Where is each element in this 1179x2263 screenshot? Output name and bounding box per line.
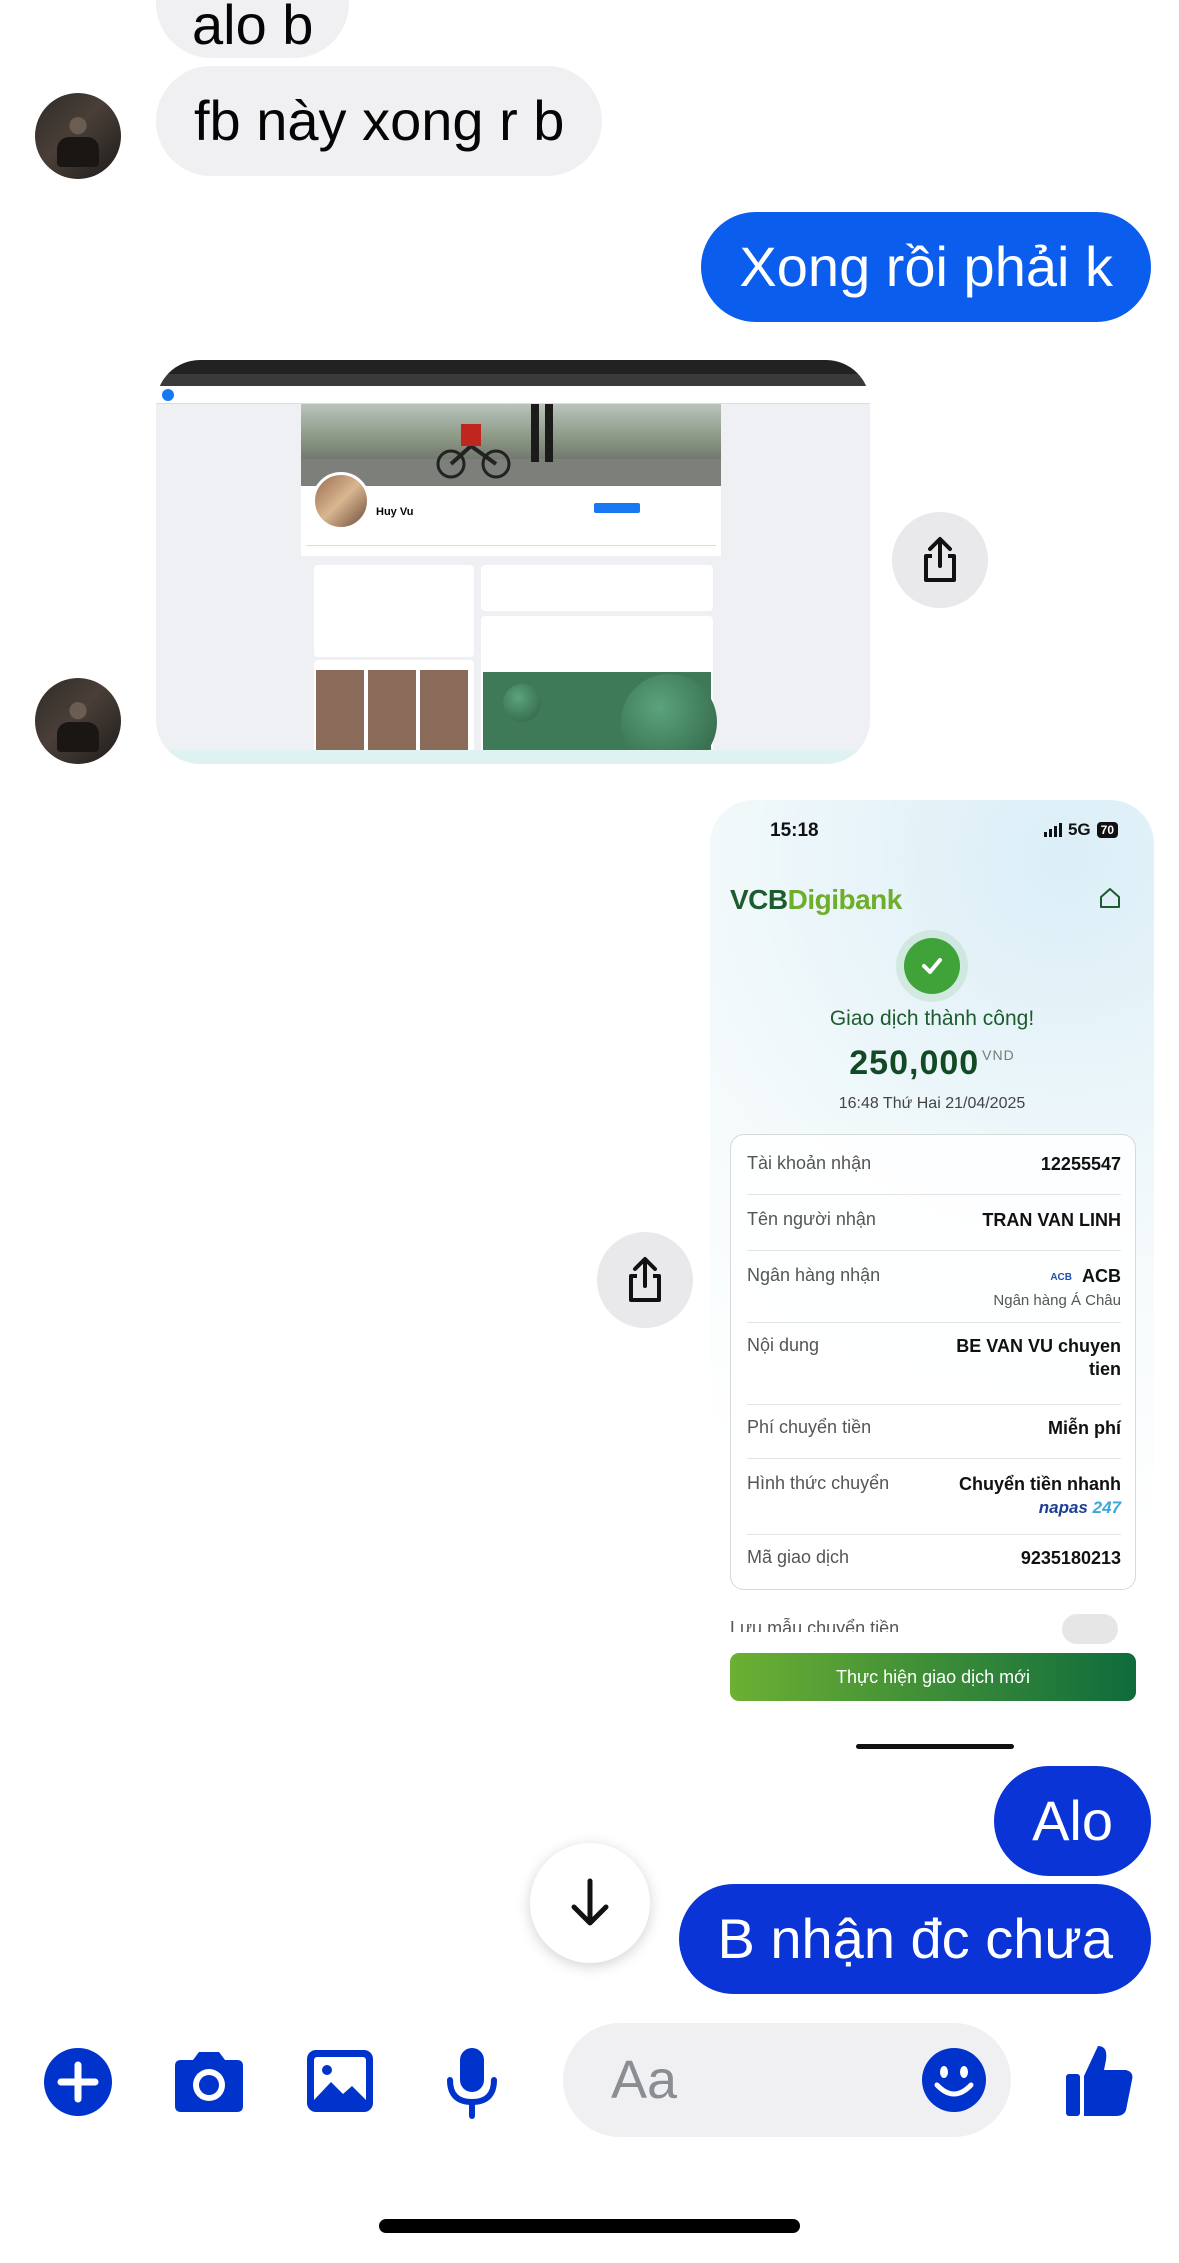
camera-icon bbox=[175, 2052, 243, 2112]
home-indicator bbox=[379, 2219, 800, 2233]
signal-icon bbox=[1043, 823, 1062, 837]
transaction-datetime: 16:48 Thứ Hai 21/04/2025 bbox=[838, 1095, 1026, 1112]
contact-avatar[interactable] bbox=[35, 678, 121, 764]
motorbike-icon bbox=[301, 404, 721, 486]
thumbs-up-icon bbox=[1066, 2046, 1133, 2116]
network-label: 5G bbox=[1067, 820, 1091, 839]
vcb-digibank-logo: VCBDigibank bbox=[730, 884, 902, 915]
success-check-icon bbox=[904, 938, 960, 994]
transaction-success-title: Giao dịch thành công! bbox=[829, 1007, 1035, 1030]
share-icon bbox=[629, 1257, 661, 1302]
facebook-profile-name: Huy Vu bbox=[376, 506, 414, 518]
save-template-toggle bbox=[1062, 1614, 1118, 1644]
message-bubble-outgoing[interactable]: Alo bbox=[994, 1766, 1151, 1876]
microphone-button[interactable] bbox=[444, 2046, 500, 2120]
napas-logo: napas 247 bbox=[1038, 1498, 1121, 1517]
message-bubble-incoming[interactable]: fb này xong r b bbox=[156, 66, 603, 176]
home-icon bbox=[1100, 888, 1120, 908]
message-input-container[interactable] bbox=[563, 2023, 1011, 2137]
image-attachment-facebook-screenshot[interactable]: Huy Vu bbox=[156, 360, 870, 764]
emoji-icon bbox=[922, 2048, 986, 2112]
message-text: Alo bbox=[1032, 1789, 1113, 1852]
facebook-add-story-button bbox=[594, 503, 640, 513]
detail-row-account: Tài khoản nhận 12255547 bbox=[747, 1153, 1121, 1195]
windows-taskbar bbox=[156, 750, 870, 764]
like-button[interactable] bbox=[1064, 2042, 1136, 2118]
facebook-profile-picture bbox=[312, 472, 370, 530]
share-icon bbox=[924, 537, 956, 582]
receipt-status-time: 15:18 bbox=[770, 820, 819, 841]
share-button[interactable] bbox=[892, 512, 988, 608]
plus-circle-icon bbox=[44, 2048, 112, 2116]
detail-row-method: Hình thức chuyển Chuyển tiền nhanh napas … bbox=[747, 1473, 1121, 1535]
browser-tab-bar bbox=[156, 360, 870, 374]
microphone-icon bbox=[447, 2048, 497, 2119]
acb-logo-icon: ACB bbox=[1050, 1272, 1072, 1283]
emoji-button[interactable] bbox=[921, 2047, 987, 2113]
facebook-profile-tabs bbox=[306, 545, 716, 555]
detail-row-content: Nội dung BE VAN VU chuyen tien bbox=[747, 1335, 1121, 1405]
plus-button[interactable] bbox=[43, 2047, 113, 2117]
message-text: fb này xong r b bbox=[194, 89, 565, 152]
facebook-navbar bbox=[156, 386, 870, 404]
battery-icon: 70 bbox=[1096, 822, 1118, 838]
ball-icon bbox=[503, 684, 541, 722]
message-bubble-outgoing[interactable]: Xong rồi phải k bbox=[701, 212, 1151, 322]
detail-row-recipient: Tên người nhận TRAN VAN LINH bbox=[747, 1209, 1121, 1251]
detail-row-txid: Mã giao dịch 9235180213 bbox=[747, 1547, 1121, 1568]
share-button[interactable] bbox=[597, 1232, 693, 1328]
contact-avatar[interactable] bbox=[35, 93, 121, 179]
facebook-logo-icon bbox=[162, 389, 174, 401]
receipt-status-indicators: 5G 70 bbox=[1043, 820, 1118, 840]
new-transaction-button: Thực hiện giao dịch mới bbox=[730, 1653, 1136, 1701]
facebook-photo-grid bbox=[316, 670, 468, 760]
message-text: alo b bbox=[192, 0, 314, 56]
detail-row-fee: Phí chuyển tiền Miễn phí bbox=[747, 1417, 1121, 1459]
transaction-amount: 250,000 VND bbox=[849, 1044, 1015, 1082]
message-text: B nhận đc chưa bbox=[717, 1907, 1113, 1970]
browser-address-bar bbox=[156, 374, 870, 386]
gallery-button[interactable] bbox=[305, 2048, 375, 2114]
receipt-home-indicator bbox=[856, 1744, 1014, 1749]
detail-row-bank: Ngân hàng nhận ACB ACB Ngân hàng Á Châu bbox=[747, 1265, 1121, 1323]
save-template-label: Lưu mẫu chuyển tiền bbox=[730, 1618, 900, 1632]
image-icon bbox=[307, 2050, 373, 2112]
scroll-to-bottom-button[interactable] bbox=[530, 1843, 650, 1963]
message-bubble-incoming[interactable]: alo b bbox=[156, 0, 350, 58]
facebook-cover-photo bbox=[301, 404, 721, 486]
facebook-intro-card bbox=[314, 565, 474, 657]
transaction-details-table: Tài khoản nhận 12255547 Tên người nhận T… bbox=[730, 1134, 1136, 1590]
arrow-down-icon bbox=[571, 1878, 609, 1926]
camera-button[interactable] bbox=[171, 2050, 247, 2114]
message-input[interactable] bbox=[611, 2051, 871, 2109]
image-attachment-bank-receipt[interactable]: 15:18 5G 70 VCBDigibank Giao dịch thành … bbox=[710, 800, 1154, 1760]
message-text: Xong rồi phải k bbox=[739, 235, 1113, 298]
facebook-composer-card bbox=[481, 565, 713, 611]
message-bubble-outgoing[interactable]: B nhận đc chưa bbox=[679, 1884, 1151, 1994]
currency-label: VND bbox=[982, 1047, 1015, 1063]
